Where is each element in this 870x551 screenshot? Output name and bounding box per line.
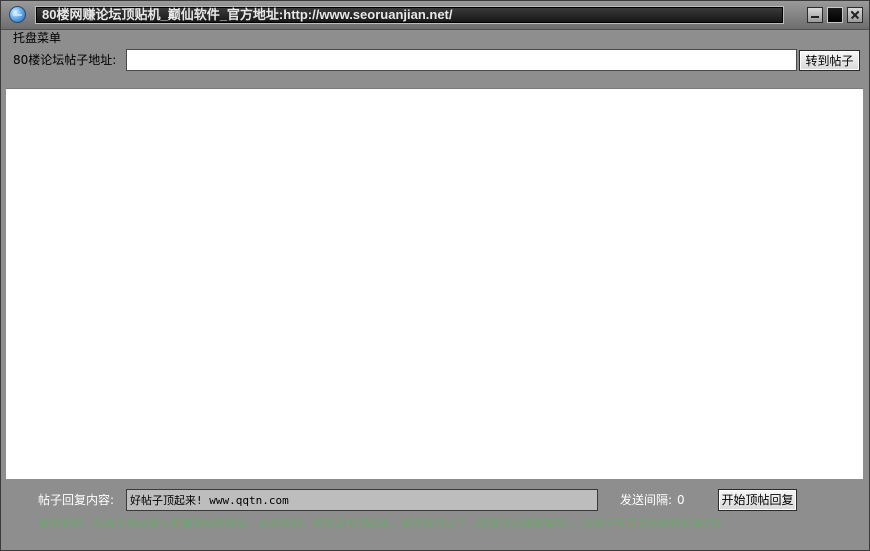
usage-instructions: 使用说明：在帖子地址输入需要顶帖的网址，点击转到，然后点击顶起来，软件就可以了（… (38, 517, 722, 530)
close-button[interactable] (847, 7, 863, 23)
browser-view[interactable] (6, 88, 863, 479)
start-reply-button[interactable]: 开始顶帖回复 (718, 489, 797, 511)
menu-bar: 托盘菜单 (1, 30, 869, 47)
post-url-label: 80楼论坛帖子地址: (13, 53, 117, 67)
send-interval-value[interactable]: 0 (677, 492, 685, 508)
goto-post-button[interactable]: 转到帖子 (799, 50, 860, 71)
maximize-button[interactable] (827, 7, 843, 23)
globe-icon (9, 6, 26, 23)
send-interval-label: 发送间隔: (620, 493, 673, 507)
reply-content-label: 帖子回复内容: (38, 493, 115, 507)
menu-item-tray[interactable]: 托盘菜单 (13, 31, 61, 46)
title-bar[interactable]: 80楼网赚论坛顶贴机_巅仙软件_官方地址:http://www.seoruanj… (1, 1, 869, 30)
minimize-button[interactable] (807, 7, 823, 23)
title-box: 80楼网赚论坛顶贴机_巅仙软件_官方地址:http://www.seoruanj… (35, 6, 784, 24)
main-window: 80楼网赚论坛顶贴机_巅仙软件_官方地址:http://www.seoruanj… (0, 0, 870, 551)
window-title: 80楼网赚论坛顶贴机_巅仙软件_官方地址:http://www.seoruanj… (42, 7, 453, 22)
post-url-input[interactable] (126, 49, 797, 71)
reply-content-input[interactable] (126, 489, 598, 511)
